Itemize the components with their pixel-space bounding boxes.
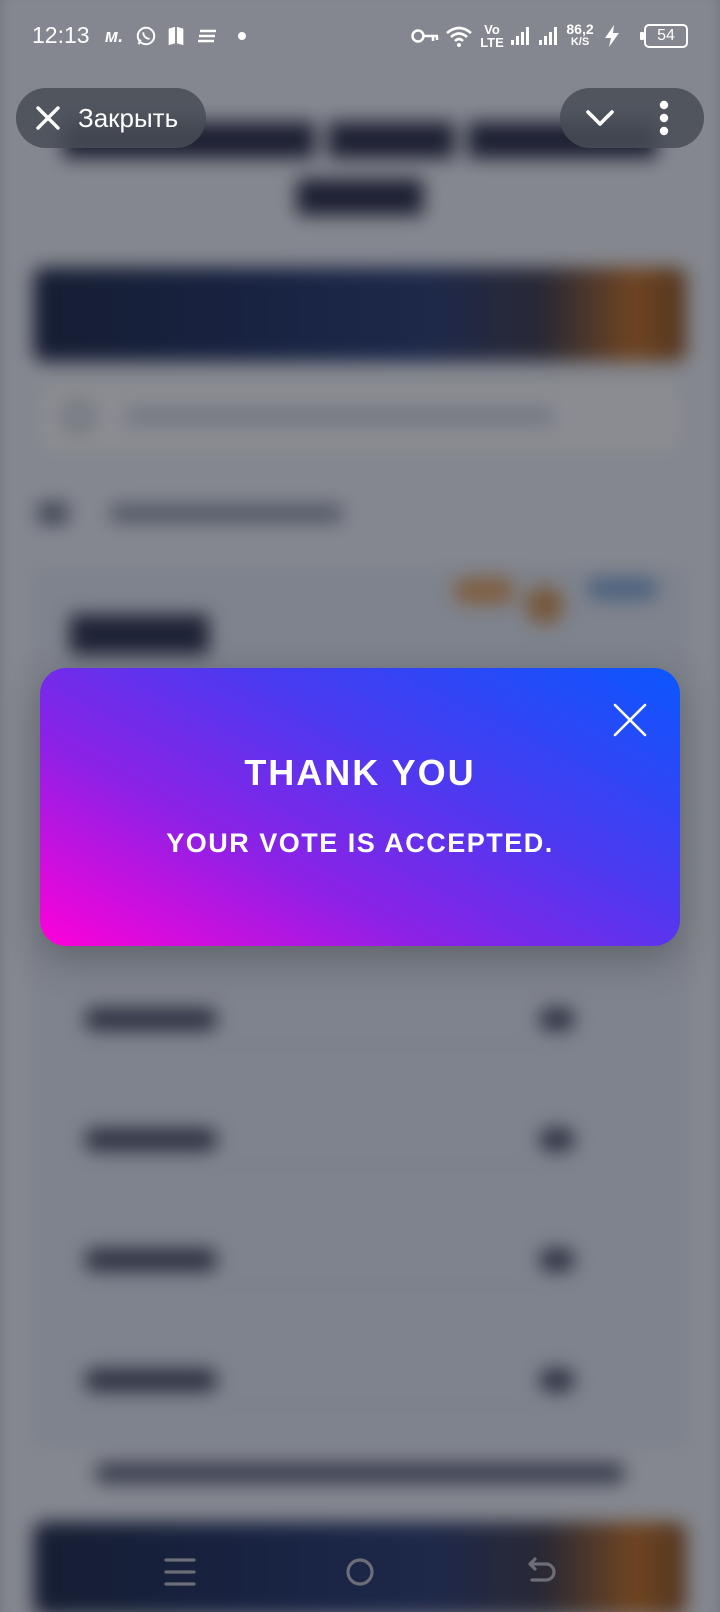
notes-icon [196,24,220,48]
home-icon[interactable] [338,1550,382,1594]
network-speed-unit: K/S [570,36,590,48]
modal-title: THANK YOU [244,752,476,793]
signal-sim1-icon [508,24,532,48]
modal-message: YOUR VOTE IS ACCEPTED. [166,828,554,858]
back-icon[interactable] [518,1550,562,1594]
network-speed: 86,2 K/S [564,22,596,50]
status-bar: 12:13 м. Vo LTE 86,2 K/S 54 [0,0,720,72]
recent-apps-icon[interactable] [158,1550,202,1594]
more-options-icon[interactable] [656,100,672,136]
battery-indicator: 54 [640,24,688,48]
whatsapp-icon [134,24,158,48]
more-notifications-icon [236,24,248,48]
volte-bottom-text: LTE [480,35,504,50]
network-speed-value: 86,2 [566,21,594,37]
status-time: 12:13 [32,22,90,48]
close-button[interactable]: Закрыть [16,88,206,148]
wifi-icon [444,24,474,48]
browser-controls [560,88,704,148]
app-logo-icon [164,24,188,48]
vote-confirmation-modal: THANK YOU YOUR VOTE IS ACCEPTED. [40,668,680,946]
app-notification-icon: м. [104,25,124,46]
close-button-label: Закрыть [78,102,179,133]
modal-close-icon[interactable] [612,702,648,738]
charging-bolt-icon [600,24,624,48]
vpn-key-icon [410,24,440,48]
system-navigation-bar [0,1530,720,1612]
close-icon [36,106,60,130]
collapse-chevron-down-icon[interactable] [584,102,616,134]
signal-sim2-icon [536,24,560,48]
volte-indicator: Vo LTE [480,22,504,50]
